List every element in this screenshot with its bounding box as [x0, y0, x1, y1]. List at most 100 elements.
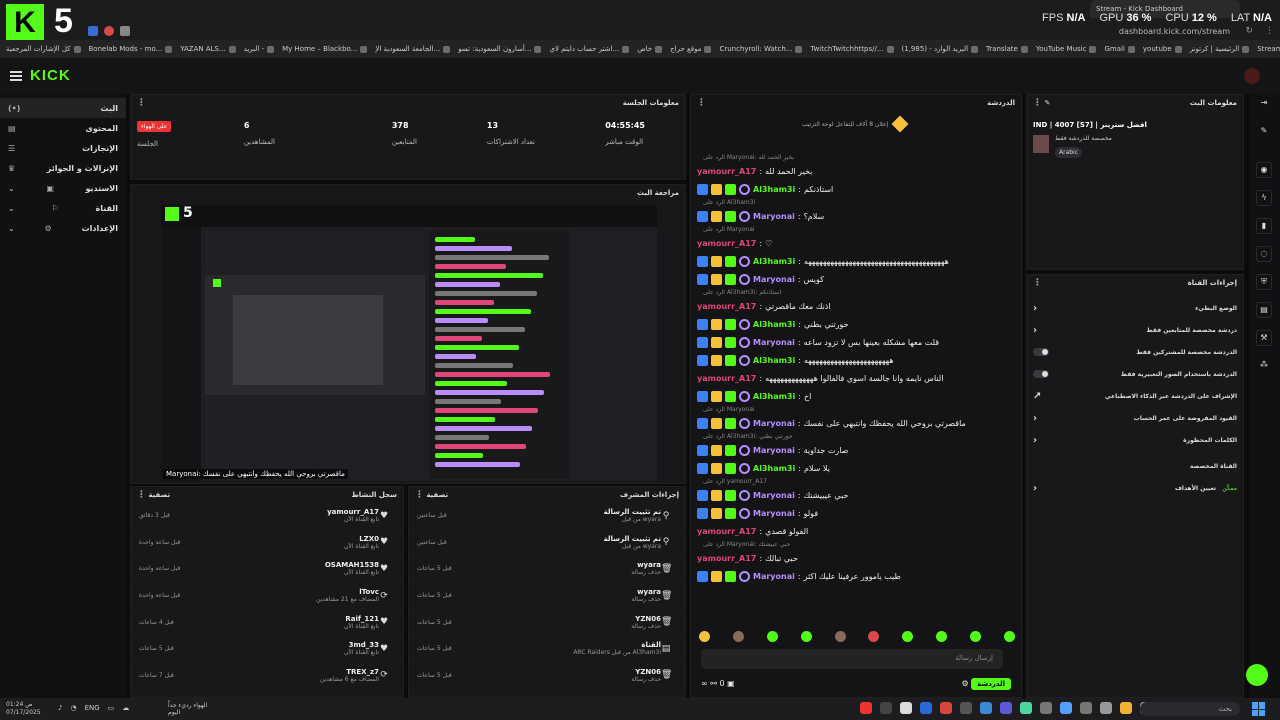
emote-icon[interactable]	[1003, 631, 1015, 642]
list-item[interactable]: قبل 5 ساعات wyara حذف رسالة 🗑	[409, 556, 685, 583]
bookmark-item[interactable]: Stream - Kick Dashb...	[1257, 45, 1280, 53]
emote-icon[interactable]	[936, 631, 948, 642]
chat-message[interactable]: Al3ham3i: استاذنكم	[697, 180, 1015, 198]
chat-username[interactable]: Al3ham3i	[753, 356, 795, 365]
clock[interactable]: 01:24 ص 07/17/2025	[6, 701, 41, 717]
settings-icon[interactable]: ⚙	[961, 679, 968, 688]
tab-favicon-icon[interactable]	[88, 26, 98, 36]
filter-button[interactable]: تصفية	[426, 491, 448, 499]
sidebar-item[interactable]: ☰ الإنجازات	[0, 138, 126, 158]
bookmark-item[interactable]: youtube	[1143, 45, 1182, 53]
channel-action-row[interactable]: الدردشة باستخدام الصور التعبيرية فقط	[1027, 363, 1243, 385]
bookmark-item[interactable]: Bonelab Mods - mo...	[89, 45, 173, 53]
shield-icon[interactable]: ⛨	[1256, 274, 1272, 290]
sidebar-item[interactable]: (•) البث	[0, 98, 126, 118]
emote-icon[interactable]	[868, 631, 880, 642]
chat-username[interactable]: Al3ham3i	[753, 185, 795, 194]
emote-icon[interactable]	[766, 631, 778, 642]
bookmark-item[interactable]: My Home – Blackbo...	[282, 45, 368, 53]
battery-icon[interactable]: ▭	[108, 704, 115, 712]
channel-action-row[interactable]: › دردشة مخصصة للمتابعين فقط	[1027, 319, 1243, 341]
clipboard-icon[interactable]: ▮	[1256, 218, 1272, 234]
app-icon[interactable]	[1100, 702, 1112, 714]
more-icon[interactable]: ⋮	[415, 490, 424, 500]
chat-message[interactable]: Maryonai: كويس	[697, 270, 1015, 288]
menu-icon[interactable]: ⋮	[1265, 26, 1274, 36]
edit-icon[interactable]: ✎	[1256, 124, 1272, 140]
goals-row[interactable]: › ممكّن تعيين الأهداف	[1027, 477, 1243, 499]
emote-icon[interactable]	[834, 631, 846, 642]
emote-icon[interactable]	[902, 631, 914, 642]
edit-icon[interactable]: ✎	[1044, 99, 1050, 107]
app-icon[interactable]	[1000, 702, 1012, 714]
taskbar-search[interactable]: بحث	[1140, 702, 1240, 716]
chat-input[interactable]: إرسال رسالة	[701, 649, 1003, 669]
list-item[interactable]: قبل ساعة واحدة OSAMAH1538 تابع القناة الآن…	[131, 556, 403, 583]
collapse-icon[interactable]: ⇥	[1256, 96, 1272, 112]
chevron-right-icon[interactable]: ›	[1033, 325, 1037, 336]
emote-icon[interactable]	[732, 631, 744, 642]
bookmark-item[interactable]: كل الإشارات المرجعية	[6, 45, 81, 53]
chat-message[interactable]: yamourr_A17: اذنك معك ماقصرتي	[697, 297, 1015, 315]
chat-username[interactable]: yamourr_A17	[697, 527, 756, 536]
chat-message[interactable]: Maryonai: صارت جداوية	[697, 441, 1015, 459]
list-item[interactable]: قبل 5 ساعات القناة ARC Raiders من قبل Al3h…	[409, 636, 685, 663]
chevron-right-icon[interactable]: ›	[1033, 435, 1037, 446]
external-link-icon[interactable]: ↗	[1033, 391, 1041, 402]
sidebar-item[interactable]: ⌄ ▣ الاستديو	[0, 178, 126, 198]
chat-username[interactable]: Al3ham3i	[753, 392, 795, 401]
chat-message[interactable]: yamourr_A17: بخير الحمد لله	[697, 162, 1015, 180]
bookmark-item[interactable]: YAZAN ALS...	[180, 45, 236, 53]
chevron-right-icon[interactable]: ›	[1033, 413, 1037, 424]
app-icon[interactable]	[1120, 702, 1132, 714]
list-item[interactable]: قبل ساعتين تم تثبيت الرسالة من قبل wyara ⚲	[409, 530, 685, 557]
menu-icon[interactable]	[10, 71, 22, 81]
camera-icon[interactable]: ◉	[1256, 162, 1272, 178]
kick-logo[interactable]: KICK	[30, 67, 71, 84]
list-item[interactable]: قبل 5 ساعات 3md_33 تابع القناة الآن ♥	[131, 636, 403, 663]
chat-username[interactable]: yamourr_A17	[697, 374, 756, 383]
volume-icon[interactable]: ♪	[58, 704, 62, 712]
more-icon[interactable]: ⋮	[137, 98, 146, 108]
language-indicator[interactable]: ENG	[85, 704, 100, 712]
filter-button[interactable]: تصفية	[148, 491, 170, 499]
chat-message[interactable]: Al3ham3i: يلا سلام	[697, 459, 1015, 477]
bookmark-item[interactable]: YouTube Music	[1036, 45, 1097, 53]
chat-icon[interactable]: ◌	[1256, 246, 1272, 262]
avatar[interactable]	[1244, 68, 1260, 84]
chat-message[interactable]: Maryonai: فولو	[697, 504, 1015, 522]
channel-action-row[interactable]: › الوضع البطيء	[1027, 297, 1243, 319]
bookmark-item[interactable]: البريد -	[244, 45, 275, 53]
stream-preview[interactable]: 5 Maryonai: ماقصرتي بروحي الله يحفظك وان…	[161, 205, 657, 481]
bookmark-item[interactable]: Crunchyroll: Watch...	[719, 45, 803, 53]
pinned-message[interactable]: إعلان 8 آلاف للتفاعل لوحة الترتيب	[691, 113, 1023, 135]
chat-message[interactable]: yamourr_A17: الناس نايمه وانا جالسة اسوي …	[697, 369, 1015, 387]
list-item[interactable]: قبل ساعة واحدة LZX0 تابع القناة الآن ♥	[131, 530, 403, 557]
app-icon[interactable]	[1060, 702, 1072, 714]
lightning-icon[interactable]: ϟ	[1256, 190, 1272, 206]
list-item[interactable]: قبل 7 ساعات TREX_z7 المضاف مع 6 مشاهدين ⟳	[131, 663, 403, 690]
chat-username[interactable]: yamourr_A17	[697, 167, 756, 176]
bookmark-item[interactable]: موقع حراج	[670, 45, 712, 53]
sidebar-item[interactable]: ▤ المحتوى	[0, 118, 126, 138]
emote-icon[interactable]	[699, 631, 710, 642]
chat-username[interactable]: Maryonai	[753, 572, 795, 581]
chat-message[interactable]: yamourr_A17: حبي تبالك	[697, 549, 1015, 567]
chat-username[interactable]: Al3ham3i	[753, 257, 795, 266]
sidebar-item[interactable]: ⌄ ⚙ الإعدادات	[0, 218, 126, 238]
more-icon[interactable]: ⋮	[137, 490, 146, 500]
chat-message[interactable]: Maryonai: قلت معها مشكله بعينها بس لا تزو…	[697, 333, 1015, 351]
list-item[interactable]: قبل 5 ساعات YZN06 حذف رسالة 🗑	[409, 663, 685, 690]
chat-username[interactable]: Maryonai	[753, 509, 795, 518]
list-item[interactable]: قبل 5 ساعات wyara حذف رسالة 🗑	[409, 583, 685, 610]
app-icon[interactable]	[900, 702, 912, 714]
toggle-switch[interactable]	[1033, 348, 1049, 356]
tab-favicon-icon[interactable]	[120, 26, 130, 36]
app-icon[interactable]	[1020, 702, 1032, 714]
chat-bubble-icon[interactable]	[1246, 664, 1268, 686]
app-icon[interactable]	[980, 702, 992, 714]
toggle-switch[interactable]	[1033, 370, 1049, 378]
emote-icon[interactable]	[800, 631, 812, 642]
bookmark-item[interactable]: Gmail	[1104, 45, 1135, 53]
chat-message[interactable]: Al3ham3i: حورتني بطني	[697, 315, 1015, 333]
